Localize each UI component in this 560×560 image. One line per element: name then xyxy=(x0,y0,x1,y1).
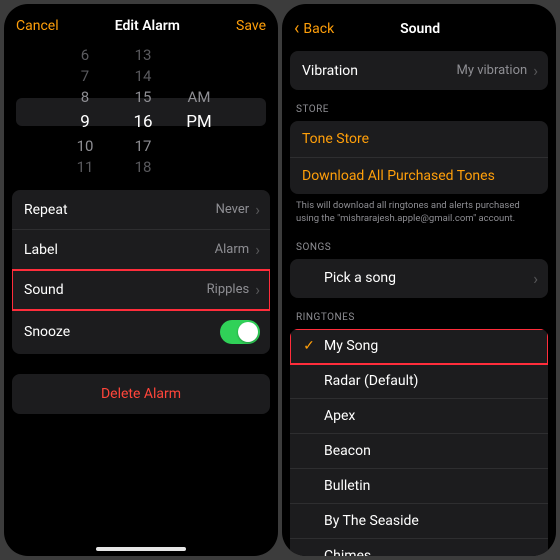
navbar: ‹ Back Sound xyxy=(282,4,556,51)
chevron-right-icon: › xyxy=(255,280,260,299)
checkmark-icon: ✓ xyxy=(300,408,318,424)
cancel-button[interactable]: Cancel xyxy=(16,18,59,34)
label-value: Alarm xyxy=(215,242,250,257)
ringtone-row[interactable]: ✓ Bulletin xyxy=(290,469,548,504)
label-row[interactable]: Label Alarm › xyxy=(12,230,270,270)
store-header: STORE xyxy=(282,90,556,121)
chevron-right-icon: › xyxy=(533,269,538,288)
ringtone-row[interactable]: ✓ Beacon xyxy=(290,434,548,469)
navbar: Cancel Edit Alarm Save xyxy=(4,4,278,46)
ringtone-row[interactable]: ✓ Apex xyxy=(290,399,548,434)
checkmark-icon: ✓ xyxy=(300,478,318,494)
snooze-toggle[interactable] xyxy=(220,320,260,344)
ringtone-label: Radar (Default) xyxy=(324,373,538,389)
repeat-row[interactable]: Repeat Never › xyxy=(12,190,270,230)
checkmark-icon: ✓ xyxy=(300,548,318,556)
vibration-label: Vibration xyxy=(302,63,456,79)
sound-value: Ripples xyxy=(207,282,250,297)
repeat-label: Repeat xyxy=(24,202,216,218)
ringtone-label: My Song xyxy=(324,338,538,354)
page-title: Sound xyxy=(400,21,440,37)
vibration-value: My vibration xyxy=(456,63,527,78)
ampm-wheel[interactable]: AM PM xyxy=(181,46,217,176)
vibration-row[interactable]: Vibration My vibration › xyxy=(290,51,548,90)
ringtone-label: Chimes xyxy=(324,548,538,556)
checkmark-icon: ✓ xyxy=(300,443,318,459)
ringtone-row[interactable]: ✓ Chimes xyxy=(290,539,548,556)
songs-header: SONGS xyxy=(282,228,556,259)
ringtones-group: ✓ My Song ✓ Radar (Default) ✓ Apex ✓ Beacon ✓ Bul… xyxy=(290,329,548,556)
ringtone-row[interactable]: ✓ By The Seaside xyxy=(290,504,548,539)
page-title: Edit Alarm xyxy=(115,18,180,34)
ringtone-row[interactable]: ✓ Radar (Default) xyxy=(290,364,548,399)
chevron-left-icon: ‹ xyxy=(294,18,299,39)
hour-selected: 9 xyxy=(80,108,90,136)
repeat-value: Never xyxy=(216,202,250,217)
label-label: Label xyxy=(24,242,215,258)
checkmark-icon: ✓ xyxy=(300,373,318,389)
ringtone-label: By The Seaside xyxy=(324,513,538,529)
hour-wheel[interactable]: 6 7 8 9 10 11 xyxy=(65,46,105,176)
chevron-right-icon: › xyxy=(255,240,260,259)
sound-row[interactable]: Sound Ripples › xyxy=(12,270,270,310)
tone-store-row[interactable]: Tone Store xyxy=(290,121,548,158)
save-button[interactable]: Save xyxy=(236,18,266,34)
snooze-row: Snooze xyxy=(12,310,270,354)
delete-alarm-button[interactable]: Delete Alarm xyxy=(12,374,270,414)
ringtone-label: Beacon xyxy=(324,443,538,459)
minute-selected: 16 xyxy=(133,108,152,136)
content: Vibration My vibration › STORE Tone Stor… xyxy=(282,51,556,556)
sound-screen: ‹ Back Sound Vibration My vibration › ST… xyxy=(282,4,556,556)
minute-wheel[interactable]: 13 14 15 16 17 18 xyxy=(123,46,163,176)
sound-label: Sound xyxy=(24,282,207,298)
ringtone-label: Apex xyxy=(324,408,538,424)
ringtones-header: RINGTONES xyxy=(282,298,556,329)
ringtone-label: Bulletin xyxy=(324,478,538,494)
chevron-right-icon: › xyxy=(533,61,538,80)
home-indicator[interactable] xyxy=(96,547,186,551)
edit-alarm-screen: Cancel Edit Alarm Save 6 7 8 9 10 11 13 … xyxy=(4,4,278,556)
vibration-group: Vibration My vibration › xyxy=(290,51,548,90)
alarm-settings-group: Repeat Never › Label Alarm › Sound Rippl… xyxy=(12,190,270,354)
content: 6 7 8 9 10 11 13 14 15 16 17 18 AM PM xyxy=(4,46,278,556)
back-button[interactable]: ‹ Back xyxy=(294,18,334,39)
ampm-selected: PM xyxy=(186,108,212,136)
chevron-right-icon: › xyxy=(255,200,260,219)
time-picker[interactable]: 6 7 8 9 10 11 13 14 15 16 17 18 AM PM xyxy=(12,46,270,176)
checkmark-icon: ✓ xyxy=(300,513,318,529)
store-group: Tone Store Download All Purchased Tones xyxy=(290,121,548,194)
songs-group: ✓ Pick a song › xyxy=(290,259,548,298)
snooze-label: Snooze xyxy=(24,324,220,340)
ringtone-row[interactable]: ✓ My Song xyxy=(290,329,548,364)
download-purchased-row[interactable]: Download All Purchased Tones xyxy=(290,158,548,194)
store-footnote: This will download all ringtones and ale… xyxy=(282,194,556,228)
pick-song-row[interactable]: ✓ Pick a song › xyxy=(290,259,548,298)
checkmark-icon: ✓ xyxy=(300,338,318,354)
